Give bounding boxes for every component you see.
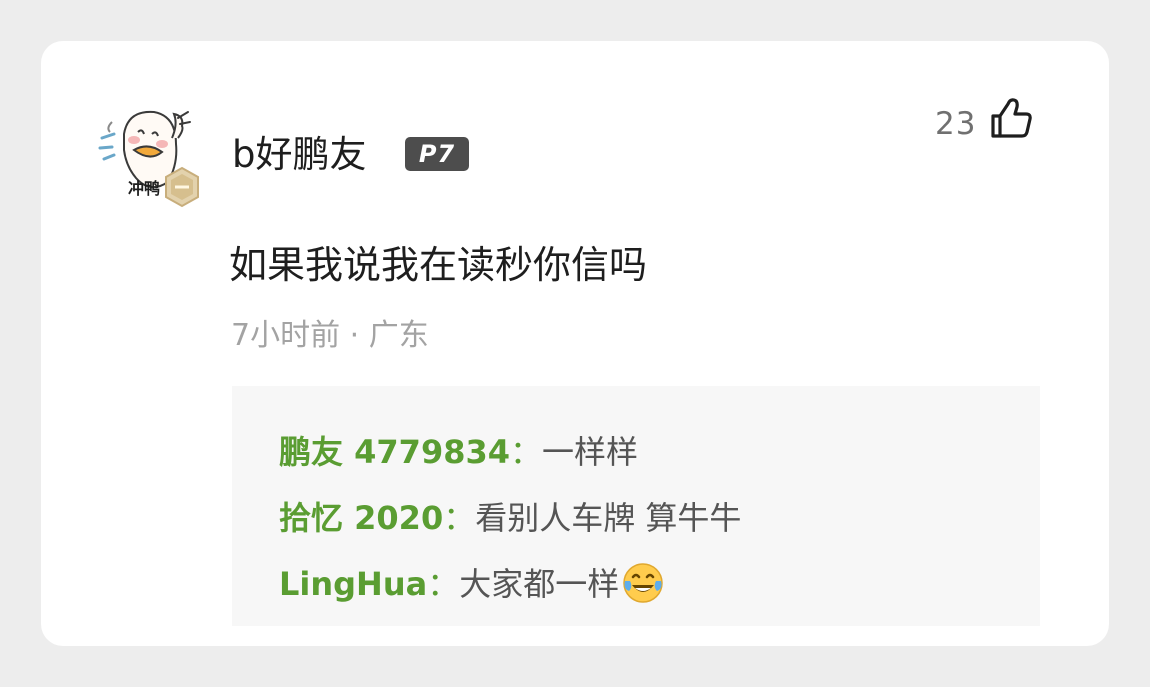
comment-location: 广东 bbox=[368, 318, 429, 353]
reply-item[interactable]: 拾忆 2020：看别人车牌 算牛牛 bbox=[279, 498, 741, 538]
reply-author[interactable]: LingHua bbox=[279, 565, 427, 603]
avatar-sweat-marks bbox=[98, 121, 116, 161]
avatar-medal-icon bbox=[165, 166, 199, 208]
avatar[interactable]: 冲鸭 bbox=[98, 104, 204, 210]
meta-separator: · bbox=[349, 318, 360, 353]
reply-author[interactable]: 拾忆 2020 bbox=[279, 499, 443, 537]
reply-item[interactable]: 鹏友 4779834：一样样 bbox=[279, 432, 638, 472]
comment-time: 7小时前 bbox=[231, 318, 341, 353]
comment-text: 如果我说我在读秒你信吗 bbox=[229, 243, 648, 287]
reply-item[interactable]: LingHua：大家都一样 bbox=[279, 563, 665, 608]
comment-meta: 7小时前 · 广东 bbox=[231, 316, 429, 356]
reply-content: 看别人车牌 算牛牛 bbox=[475, 499, 742, 537]
tears-of-joy-emoji-icon bbox=[623, 563, 663, 603]
thumbs-up-icon[interactable] bbox=[988, 95, 1034, 141]
reply-content: 大家都一样 bbox=[459, 565, 620, 603]
reply-colon: ： bbox=[510, 433, 543, 471]
reply-content: 一样样 bbox=[542, 433, 639, 471]
reply-author[interactable]: 鹏友 4779834 bbox=[279, 433, 510, 471]
reply-colon: ： bbox=[427, 565, 460, 603]
level-badge: P7 bbox=[405, 137, 469, 171]
like-count: 23 bbox=[935, 106, 977, 142]
username[interactable]: b好鹏友 bbox=[232, 132, 367, 178]
reply-colon: ： bbox=[443, 499, 476, 537]
avatar-text: 冲鸭 bbox=[128, 179, 160, 198]
replies-panel: 鹏友 4779834：一样样 拾忆 2020：看别人车牌 算牛牛 LingHua… bbox=[232, 386, 1040, 626]
